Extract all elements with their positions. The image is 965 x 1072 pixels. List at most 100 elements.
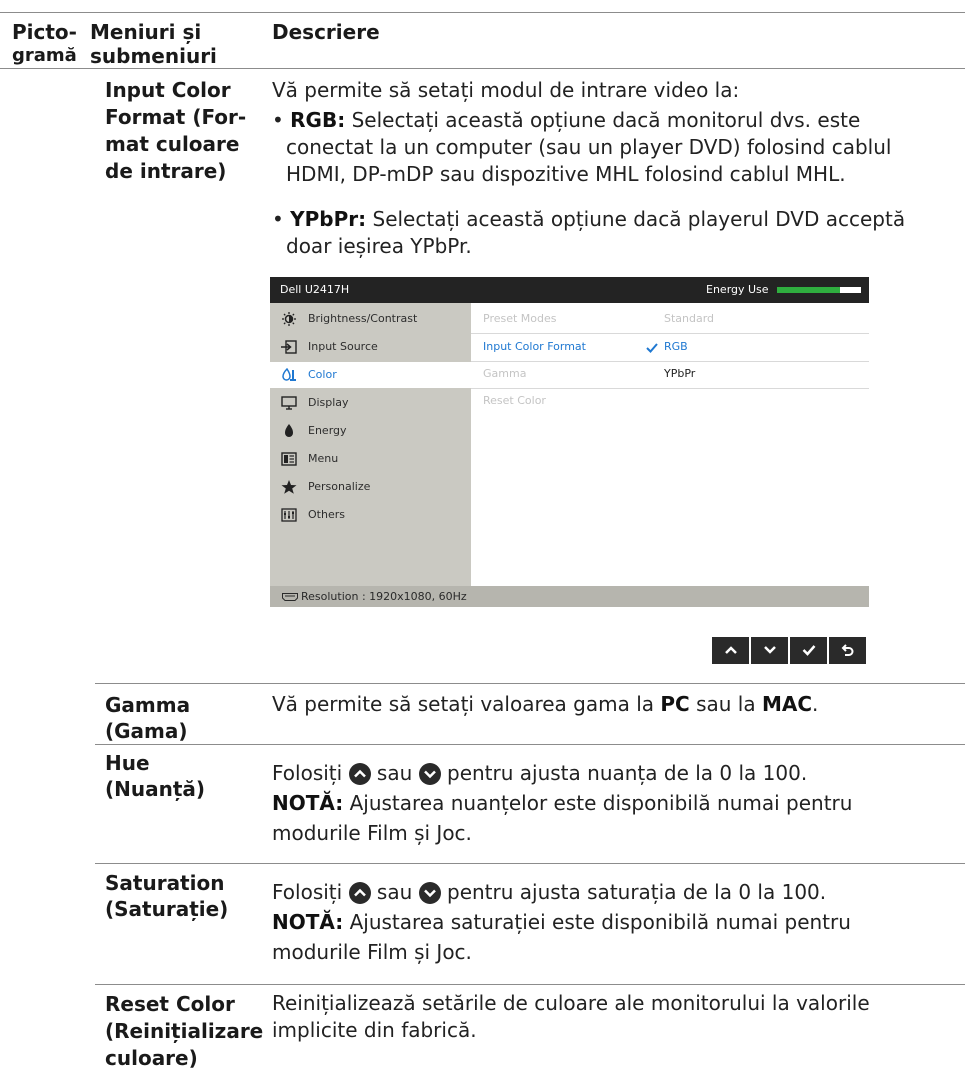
- header-col1-line2: gramă: [12, 45, 77, 66]
- opt-ypbpr-value[interactable]: YPbPr: [664, 361, 695, 387]
- up-circle-icon: [348, 882, 371, 904]
- osd-menu-brightness-contrast[interactable]: Brightness/Contrast: [270, 306, 471, 332]
- osd-menu-label: Brightness/Contrast: [308, 312, 418, 325]
- term-line: Reset Color: [105, 992, 235, 1016]
- term-line: Hue: [105, 751, 150, 775]
- term-line: (Saturație): [105, 897, 229, 921]
- term-line: Format (For-: [105, 105, 247, 129]
- term-line: culoare): [105, 1046, 198, 1070]
- opt-preset-modes-value: Standard: [664, 312, 715, 325]
- down-circle-icon: [418, 882, 441, 904]
- row-rule: [95, 984, 965, 985]
- term-line: mat culoare: [105, 132, 240, 156]
- energy-use-fill: [777, 287, 840, 293]
- term-line: de intrare): [105, 159, 227, 183]
- hue-note-label: NOTĂ:: [272, 791, 344, 815]
- down-button[interactable]: [751, 637, 788, 664]
- saturation-description: Folosiți sau pentru ajusta saturația de …: [272, 877, 851, 967]
- term-line: Gamma: [105, 693, 191, 717]
- osd-menu-display[interactable]: Display: [270, 390, 471, 416]
- osd-options-panel: Preset Modes Standard Input Color Format…: [471, 303, 869, 586]
- hue-note: Ajustarea nuanțelor este disponibilă num…: [343, 791, 853, 815]
- term-gamma: Gamma (Gama): [105, 692, 190, 744]
- check-icon: [802, 645, 815, 656]
- term-line: Input Color: [105, 78, 231, 102]
- osd-menu-screenshot: Dell U2417H Energy Use Brightness/Contra…: [270, 277, 869, 607]
- hue-text: pentru ajusta nuanța de la 0 la 100.: [447, 761, 808, 785]
- hue-description: Folosiți sau pentru ajusta nuanța de la …: [272, 758, 852, 848]
- ypbpr-line1: Selectați această opțiune dacă playerul …: [366, 207, 906, 231]
- gamma-text: Vă permite să setați valoarea gama la: [272, 692, 661, 716]
- osd-menu-label: Menu: [308, 452, 339, 465]
- header-rule: [0, 68, 965, 69]
- osd-menu-label: Input Source: [308, 340, 378, 353]
- gamma-description: Vă permite să setați valoarea gama la PC…: [272, 691, 818, 718]
- hue-text: sau: [376, 761, 419, 785]
- row-rule: [95, 744, 965, 745]
- term-line: (Nuanță): [105, 777, 206, 801]
- opt-preset-modes: Preset Modes: [483, 312, 557, 325]
- osd-menu-label: Others: [308, 508, 345, 521]
- osd-menu-label: Color: [308, 368, 337, 381]
- term-hue: Hue (Nuanță): [105, 750, 205, 802]
- up-button[interactable]: [712, 637, 749, 664]
- opt-gamma: Gamma: [483, 367, 527, 380]
- hue-text: Folosiți: [272, 761, 349, 785]
- header-col2-line1: Meniuri și: [90, 20, 202, 44]
- osd-menu-label: Display: [308, 396, 349, 409]
- hue-note: modurile Film și Joc.: [272, 821, 472, 845]
- header-col1-line1: Picto-: [12, 20, 77, 44]
- osd-title-bar: Dell U2417H Energy Use: [270, 277, 869, 303]
- row-rule: [95, 863, 965, 864]
- down-icon: [763, 646, 776, 654]
- osd-resolution: Resolution : 1920x1080, 60Hz: [301, 590, 467, 603]
- up-icon: [724, 646, 737, 654]
- opt-input-color-format[interactable]: Input Color Format: [483, 334, 586, 360]
- gamma-mac: MAC: [761, 692, 813, 716]
- input-source-icon: [281, 340, 297, 354]
- ypbpr-line2: doar ieșirea YPbPr.: [286, 234, 472, 258]
- icf-intro: Vă permite să setați modul de intrare vi…: [272, 78, 740, 102]
- opt-rgb-value[interactable]: RGB: [664, 334, 688, 360]
- back-icon: [841, 644, 853, 656]
- table-top-rule: [0, 12, 965, 13]
- saturation-text: sau: [376, 880, 419, 904]
- saturation-text: Folosiți: [272, 880, 349, 904]
- up-circle-icon: [348, 763, 371, 785]
- header-meniuri: Meniuri și submeniuri: [90, 20, 217, 68]
- osd-menu-input-source[interactable]: Input Source: [270, 334, 471, 360]
- gamma-pc: PC: [660, 692, 690, 716]
- rgb-line2: conectat la un computer (sau un player D…: [286, 135, 892, 159]
- brightness-icon: [282, 312, 296, 326]
- back-button[interactable]: [829, 637, 866, 664]
- saturation-note: Ajustarea saturației este disponibilă nu…: [343, 910, 851, 934]
- row-rule: [95, 683, 965, 684]
- header-pictograma: Picto- gramă: [12, 20, 77, 68]
- osd-menu-others[interactable]: Others: [270, 502, 471, 528]
- opt-reset-color: Reset Color: [483, 394, 546, 407]
- osd-menu-menu[interactable]: Menu: [270, 446, 471, 472]
- hdmi-connector-icon: [282, 593, 298, 601]
- ypbpr-label: YPbPr:: [290, 207, 367, 231]
- term-line: (Reinițializare: [105, 1019, 264, 1043]
- down-circle-icon: [418, 763, 441, 785]
- energy-icon: [285, 424, 293, 437]
- ok-button[interactable]: [790, 637, 827, 664]
- term-reset-color: Reset Color (Reinițializare culoare): [105, 991, 263, 1072]
- osd-menu-color[interactable]: Color: [270, 362, 471, 388]
- display-icon: [281, 396, 297, 410]
- check-icon: [646, 343, 658, 353]
- term-line: (Gama): [105, 719, 188, 743]
- saturation-note: modurile Film și Joc.: [272, 940, 472, 964]
- icf-ypbpr-bullet: • YPbPr: Selectați această opțiune dacă …: [272, 207, 906, 258]
- rgb-label: RGB:: [290, 108, 346, 132]
- osd-menu-label: Energy: [308, 424, 347, 437]
- star-icon: [281, 480, 297, 494]
- icf-rgb-bullet: • RGB: Selectați această opțiune dacă mo…: [272, 108, 892, 186]
- osd-menu-personalize[interactable]: Personalize: [270, 474, 471, 500]
- osd-menu-energy[interactable]: Energy: [270, 418, 471, 444]
- energy-use-meter: [777, 287, 861, 293]
- gamma-text: .: [812, 692, 819, 716]
- osd-status-bar: Resolution : 1920x1080, 60Hz: [270, 586, 869, 607]
- header-descriere: Descriere: [272, 20, 380, 44]
